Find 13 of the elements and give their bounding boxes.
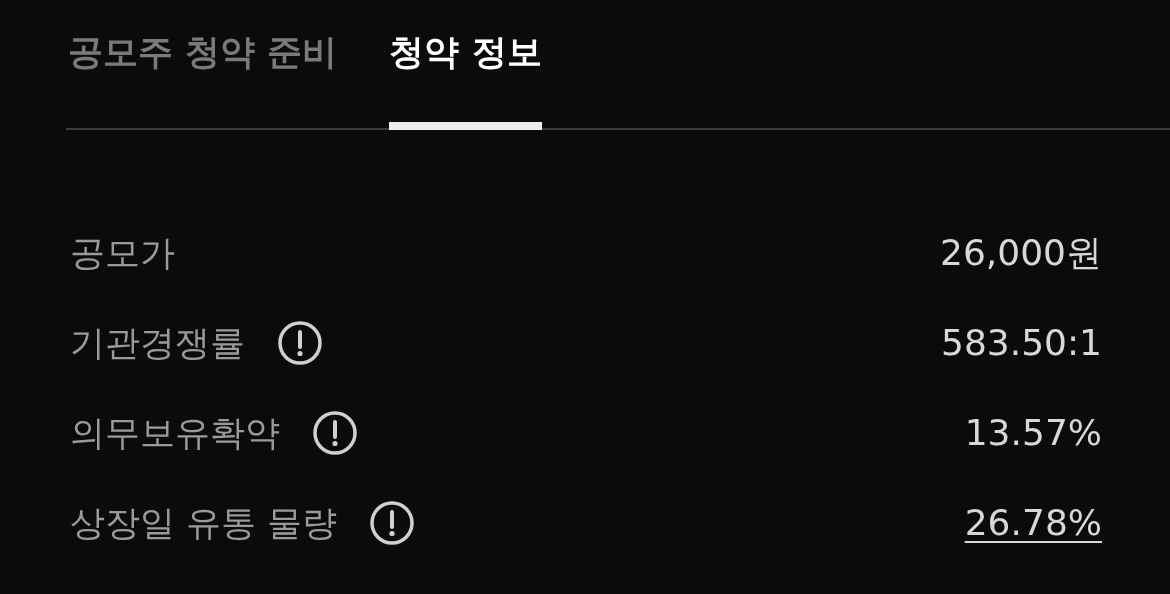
tab[interactable]: 청약 정보	[389, 0, 542, 130]
row-label: 의무보유확약	[69, 411, 280, 455]
info-icon[interactable]	[369, 500, 416, 546]
info-icon[interactable]	[312, 410, 358, 456]
row-value: 13.57%	[964, 411, 1102, 455]
value-link[interactable]: 26.78%	[964, 496, 1102, 550]
info-icon[interactable]	[277, 320, 323, 366]
row-label: 기관경쟁률	[69, 321, 245, 365]
row-value: 583.50:1	[941, 321, 1102, 365]
row-value: 26,000원	[940, 231, 1102, 275]
row-label: 상장일 유통 물량	[69, 501, 338, 545]
row-label: 공모가	[69, 231, 175, 275]
tab[interactable]: 공모주 청약 준비	[68, 0, 338, 130]
